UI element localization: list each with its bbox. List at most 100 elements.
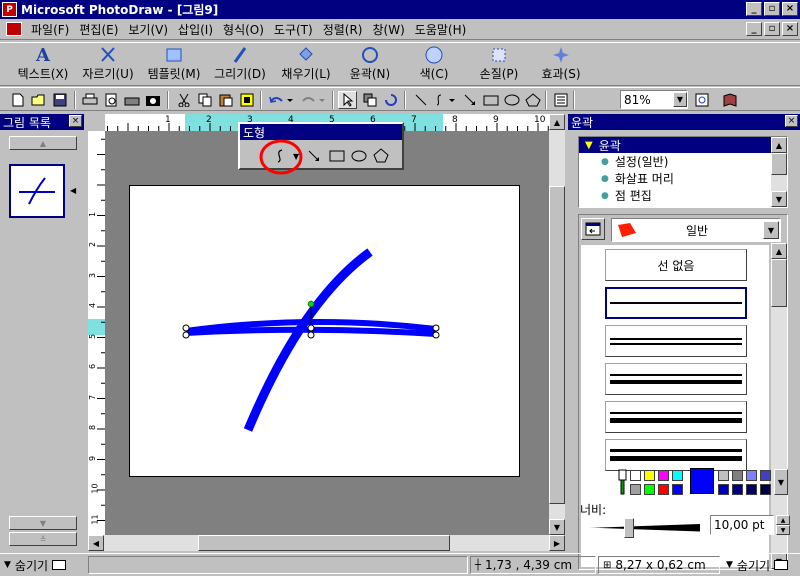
paste-icon[interactable] <box>216 91 235 109</box>
menu-file[interactable]: 파일(F) <box>26 21 74 38</box>
line-style-select[interactable]: 일반 ▼ <box>611 218 781 242</box>
menu-edit[interactable]: 편집(E) <box>74 21 123 38</box>
menu-help[interactable]: 도움말(H) <box>410 21 472 38</box>
arrow-tool-icon[interactable] <box>460 91 479 109</box>
template-button[interactable]: 템플릿(M) <box>142 45 206 85</box>
width-decrease-icon[interactable]: ▼ <box>776 525 790 535</box>
line-option-heavy-2[interactable] <box>605 439 747 471</box>
horizontal-scroll-thumb[interactable] <box>198 535 450 551</box>
menu-insert[interactable]: 삽입(I) <box>173 21 218 38</box>
save-icon[interactable] <box>50 91 69 109</box>
outline-panel-close-button[interactable]: × <box>785 115 798 127</box>
picture-list-scroll-end[interactable]: ≚ <box>9 532 77 546</box>
arrow-shape-icon[interactable] <box>306 148 322 164</box>
draw-button[interactable]: 그리기(D) <box>208 45 272 85</box>
picture-list-scroll-down[interactable]: ▼ <box>9 516 77 530</box>
color-swatch[interactable] <box>732 470 743 481</box>
vertical-scrollbar[interactable]: ▲ ▼ <box>549 114 565 535</box>
open-icon[interactable] <box>29 91 48 109</box>
color-swatch[interactable] <box>630 484 641 495</box>
tree-scroll-thumb[interactable] <box>771 153 787 175</box>
zoom-select[interactable]: 81% ▼ <box>620 90 688 109</box>
fill-button[interactable]: 채우기(L) <box>274 45 338 85</box>
menu-arrange[interactable]: 정렬(R) <box>318 21 368 38</box>
tree-item-edit-points[interactable]: ● 점 편집 <box>579 187 787 204</box>
maximize-button[interactable]: ▫ <box>764 2 780 16</box>
resize-handle[interactable] <box>182 331 190 339</box>
color-swatch[interactable] <box>718 470 729 481</box>
ellipse-shape-icon[interactable] <box>350 148 368 164</box>
scroll-left-icon[interactable]: ◀ <box>88 535 104 551</box>
color-swatch[interactable] <box>760 470 771 481</box>
resize-handle[interactable] <box>307 331 315 339</box>
picture-list-scroll-up[interactable]: ▲ <box>9 136 77 150</box>
color-swatch[interactable] <box>760 484 771 495</box>
help-book-icon[interactable] <box>720 91 739 109</box>
menu-window[interactable]: 창(W) <box>368 21 410 38</box>
color-button[interactable]: 색(C) <box>404 45 464 85</box>
color-swatch[interactable] <box>746 484 757 495</box>
scroll-right-icon[interactable]: ▶ <box>549 535 565 551</box>
minimize-button[interactable]: _ <box>746 2 762 16</box>
touchup-button[interactable]: 손질(P) <box>468 45 530 85</box>
ellipse-tool-icon[interactable] <box>502 91 521 109</box>
doc-minimize-button[interactable]: _ <box>746 22 762 36</box>
color-swatch[interactable] <box>672 470 683 481</box>
vertical-scroll-thumb[interactable] <box>549 186 565 504</box>
autoshape-icon[interactable] <box>372 148 390 164</box>
color-swatch[interactable] <box>658 470 669 481</box>
line-option-double[interactable] <box>605 325 747 357</box>
picture-thumbnail[interactable] <box>9 164 65 218</box>
menu-format[interactable]: 형식(O) <box>218 21 269 38</box>
zoom-fit-icon[interactable] <box>692 91 711 109</box>
app-icon[interactable]: P <box>2 2 17 17</box>
undo-icon[interactable] <box>266 91 296 109</box>
resize-handle[interactable] <box>182 324 190 332</box>
color-swatch[interactable] <box>644 484 655 495</box>
doc-close-button[interactable]: × <box>782 22 798 36</box>
left-hide-button[interactable]: ▼ 숨기기 <box>0 556 80 574</box>
color-swatch[interactable] <box>732 484 743 495</box>
text-tool-icon[interactable] <box>551 91 570 109</box>
redo-icon[interactable] <box>298 91 328 109</box>
arrange-icon[interactable] <box>360 91 379 109</box>
paste-special-icon[interactable] <box>237 91 256 109</box>
tree-root[interactable]: ▼ 윤곽 <box>579 137 771 153</box>
width-spinner[interactable]: ▲ ▼ <box>776 515 790 535</box>
doc-icon[interactable] <box>6 22 22 36</box>
tree-scrollbar[interactable]: ▲ ▼ <box>771 137 787 207</box>
scroll-up-icon[interactable]: ▲ <box>549 114 565 130</box>
pointer-icon[interactable] <box>338 91 357 109</box>
color-swatch[interactable] <box>746 470 757 481</box>
color-swatch[interactable] <box>630 470 641 481</box>
width-increase-icon[interactable]: ▲ <box>776 515 790 525</box>
tree-scroll-up-icon[interactable]: ▲ <box>771 137 787 153</box>
gallery-back-icon[interactable] <box>581 218 605 240</box>
tree-item-arrowheads[interactable]: ● 화살표 머리 <box>579 170 787 187</box>
picture-list-close-button[interactable]: × <box>69 115 82 127</box>
width-slider[interactable] <box>585 518 701 540</box>
new-icon[interactable] <box>8 91 27 109</box>
menu-tools[interactable]: 도구(T) <box>269 21 318 38</box>
workspace[interactable] <box>105 131 549 535</box>
tree-scroll-down-icon[interactable]: ▼ <box>771 191 787 207</box>
camera-icon[interactable] <box>143 91 162 109</box>
resize-handle[interactable] <box>307 324 315 332</box>
text-button[interactable]: A 텍스트(X) <box>12 45 74 85</box>
zoom-dropdown-icon[interactable]: ▼ <box>673 92 687 107</box>
tree-item-settings[interactable]: ● 설정(일반) <box>579 153 787 170</box>
curve-stroke[interactable] <box>243 248 373 432</box>
scan-icon[interactable] <box>122 91 141 109</box>
effects-button[interactable]: 효과(S) <box>530 45 592 85</box>
line-option-thick-double[interactable] <box>605 363 747 395</box>
color-swatch[interactable] <box>658 484 669 495</box>
palette-more-icon[interactable]: ▼ <box>774 469 788 495</box>
line-option-none[interactable]: 선 없음 <box>605 249 747 281</box>
width-slider-thumb[interactable] <box>624 518 634 538</box>
menu-view[interactable]: 보기(V) <box>123 21 173 38</box>
crop-button[interactable]: 자르기(U) <box>76 45 140 85</box>
horizontal-scrollbar[interactable]: ◀ ▶ <box>88 535 565 551</box>
resize-handle[interactable] <box>432 331 440 339</box>
gallery-scroll-up-icon[interactable]: ▲ <box>771 243 787 259</box>
picture-canvas[interactable] <box>129 185 520 477</box>
